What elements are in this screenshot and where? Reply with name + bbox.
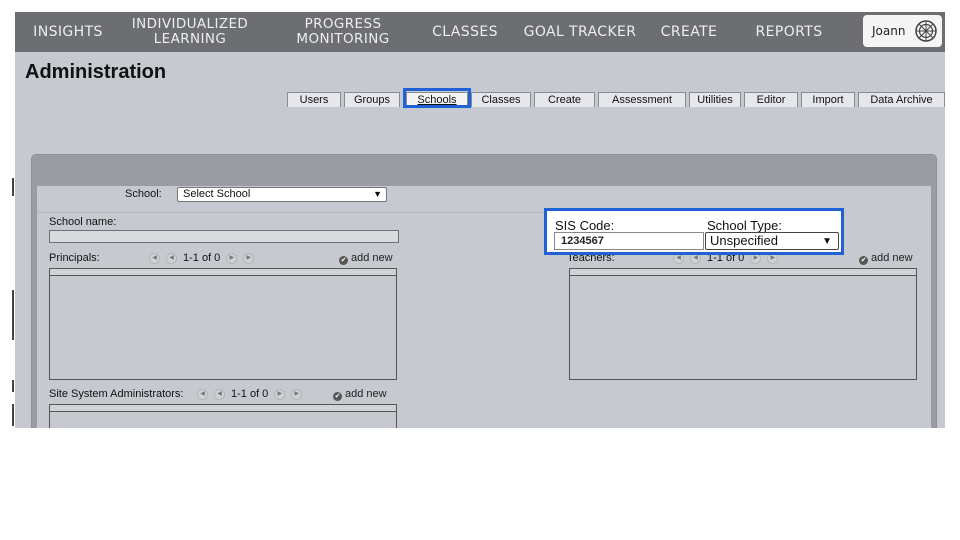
admin-subtabs: Users Groups Schools Classes Create Asse…: [15, 92, 945, 108]
chevron-down-icon: ▼: [822, 236, 832, 247]
teachers-list[interactable]: [569, 268, 917, 380]
schools-tab-highlight: [403, 88, 471, 108]
tab-classes[interactable]: Classes: [471, 92, 531, 107]
nav-reports-label: REPORTS: [755, 23, 823, 40]
site-admins-list[interactable]: [49, 404, 397, 428]
user-avatar-icon: [915, 20, 937, 42]
nav-classes-label: CLASSES: [432, 23, 498, 40]
edge-mark: [12, 380, 14, 392]
site-admins-pager-text: 1-1 of 0: [231, 388, 269, 400]
nav-create[interactable]: CREATE: [651, 12, 727, 52]
school-label: School:: [125, 188, 162, 200]
school-type-select[interactable]: Unspecified ▼: [705, 232, 839, 250]
tab-data-archive[interactable]: Data Archive: [858, 92, 945, 107]
nav-individualized-learning[interactable]: INDIVIDUALIZED LEARNING: [125, 12, 255, 52]
user-menu-button[interactable]: Joann: [863, 15, 942, 47]
tab-groups[interactable]: Groups: [344, 92, 400, 107]
site-admins-pager: ◀ ◀ 1-1 of 0 ▶ ▶: [197, 388, 303, 400]
user-name: Joann: [872, 24, 906, 38]
school-name-field[interactable]: [49, 230, 399, 243]
principals-list[interactable]: [49, 268, 397, 380]
tab-import[interactable]: Import: [801, 92, 855, 107]
school-select-value: Select School: [183, 188, 251, 200]
nav-create-label: CREATE: [660, 23, 718, 40]
first-page-icon[interactable]: ◀: [149, 252, 160, 264]
prev-page-icon[interactable]: ◀: [166, 252, 177, 264]
teachers-add-new-label: add new: [871, 252, 913, 264]
principals-label: Principals:: [49, 252, 100, 264]
sis-code-input[interactable]: 1234567: [554, 232, 704, 250]
next-page-icon[interactable]: ▶: [274, 388, 286, 400]
divider: [37, 212, 567, 213]
principals-pager: ◀ ◀ 1-1 of 0 ▶ ▶: [149, 252, 255, 264]
principals-add-new-label: add new: [351, 252, 393, 264]
tab-editor[interactable]: Editor: [744, 92, 798, 107]
page-title: Administration: [25, 61, 167, 83]
first-page-icon[interactable]: ◀: [197, 388, 208, 400]
tab-assessment[interactable]: Assessment: [598, 92, 686, 107]
nav-goal-tracker[interactable]: GOAL TRACKER: [515, 12, 645, 52]
prev-page-icon[interactable]: ◀: [214, 388, 225, 400]
add-icon: ✔: [333, 392, 342, 401]
nav-insights[interactable]: INSIGHTS: [23, 12, 113, 52]
site-admins-add-new[interactable]: ✔ add new: [333, 388, 387, 401]
principals-add-new[interactable]: ✔ add new: [339, 252, 393, 265]
top-navigation: INSIGHTS INDIVIDUALIZED LEARNING PROGRES…: [15, 12, 945, 52]
school-type-value: Unspecified: [710, 233, 778, 248]
nav-individualized-learning-label: INDIVIDUALIZED LEARNING: [131, 16, 249, 47]
edge-mark: [12, 290, 14, 340]
chevron-down-icon: ▼: [373, 189, 382, 199]
site-admins-label: Site System Administrators:: [49, 388, 184, 400]
school-select[interactable]: Select School ▼: [177, 187, 387, 202]
school-name-label: School name:: [49, 216, 117, 228]
teachers-add-new[interactable]: ✔ add new: [859, 252, 913, 265]
principals-pager-text: 1-1 of 0: [183, 252, 221, 264]
nav-reports[interactable]: REPORTS: [739, 12, 839, 52]
nav-progress-monitoring[interactable]: PROGRESS MONITORING: [283, 12, 403, 52]
nav-goal-tracker-label: GOAL TRACKER: [523, 23, 637, 40]
nav-classes[interactable]: CLASSES: [425, 12, 505, 52]
tab-utilities[interactable]: Utilities: [689, 92, 741, 107]
last-page-icon[interactable]: ▶: [291, 388, 303, 400]
sis-code-callout: SIS Code: School Type: 1234567 Unspecifi…: [544, 208, 844, 255]
site-admins-add-new-label: add new: [345, 388, 387, 400]
nav-insights-label: INSIGHTS: [33, 23, 103, 40]
nav-progress-monitoring-label: PROGRESS MONITORING: [296, 16, 390, 47]
next-page-icon[interactable]: ▶: [226, 252, 238, 264]
sis-code-label: SIS Code:: [555, 218, 615, 233]
edge-mark: [12, 178, 14, 196]
add-icon: ✔: [859, 256, 868, 265]
add-icon: ✔: [339, 256, 348, 265]
last-page-icon[interactable]: ▶: [243, 252, 255, 264]
tab-users[interactable]: Users: [287, 92, 341, 107]
school-type-label: School Type:: [707, 218, 782, 233]
tab-create[interactable]: Create: [534, 92, 595, 107]
edge-mark: [12, 404, 14, 426]
